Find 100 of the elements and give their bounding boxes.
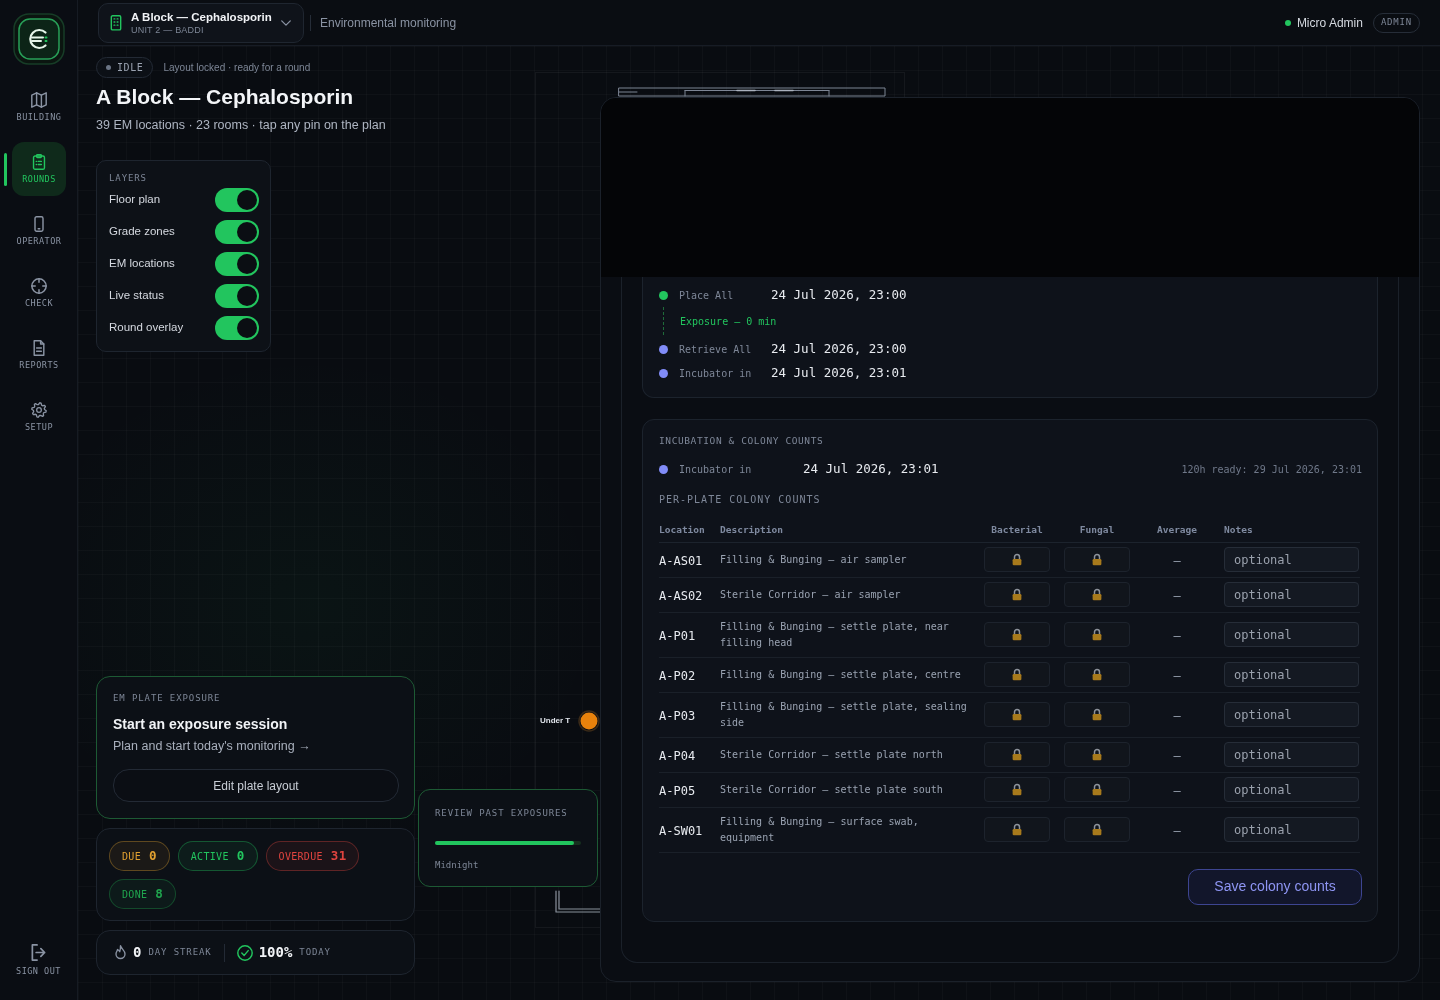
- sidebar-item[interactable]: REPORTS: [12, 328, 66, 382]
- location-description: Sterile Corridor — settle plate north: [720, 747, 944, 762]
- progress-caption: Midnight: [435, 859, 480, 872]
- status-badge: IDLE: [96, 57, 154, 78]
- notes-field[interactable]: optional: [1224, 622, 1359, 648]
- save-button[interactable]: Save colony counts: [1188, 868, 1362, 905]
- location-description: Sterile Corridor — air sampler: [720, 587, 902, 602]
- lock-icon: [1092, 553, 1102, 566]
- lock-icon: [1092, 783, 1102, 796]
- event-label: Retrieve All: [679, 342, 753, 357]
- sidebar-item[interactable]: CHECK: [12, 266, 66, 320]
- column-header: Description: [720, 523, 783, 535]
- chevron-down-icon: [281, 19, 291, 26]
- event-time: 24 Jul 2026, 23:00: [771, 339, 907, 358]
- lock-icon: [1092, 823, 1102, 836]
- building-icon: [109, 14, 123, 31]
- event-label: Incubator in: [679, 462, 753, 477]
- notes-field[interactable]: optional: [1224, 582, 1359, 608]
- notes-field[interactable]: optional: [1224, 817, 1359, 843]
- location-code: A-P04: [659, 748, 696, 763]
- event-time: 24 Jul 2026, 23:01: [771, 363, 907, 382]
- event-label: Place All: [679, 288, 735, 303]
- layer-label: Round overlay: [109, 320, 184, 336]
- streak-value: 0: [133, 943, 142, 962]
- start-session-link[interactable]: Plan and start today's monitoring →: [113, 737, 311, 755]
- card-title: Start an exposure session: [113, 715, 289, 733]
- average-value: —: [1173, 668, 1181, 683]
- settings-icon: [31, 402, 47, 419]
- notes-field[interactable]: optional: [1224, 662, 1359, 688]
- lock-icon: [1012, 628, 1022, 641]
- page-title: A Block — Cephalosporin: [96, 84, 355, 110]
- lock-icon: [1012, 588, 1022, 601]
- count-chip: DUE 0: [109, 841, 170, 871]
- toggle-switch[interactable]: [215, 316, 259, 340]
- dashed-connector: [663, 307, 664, 335]
- review-card[interactable]: REVIEW PAST EXPOSURES Midnight: [418, 789, 598, 887]
- toggle-switch[interactable]: [215, 284, 259, 308]
- lock-icon: [1092, 708, 1102, 721]
- edit-layout-button[interactable]: Edit plate layout: [113, 769, 399, 802]
- project-selector[interactable]: A Block — Cephalosporin UNIT 2 — BADDI: [98, 2, 304, 43]
- average-value: —: [1173, 588, 1181, 603]
- pin-label: Under T: [540, 716, 571, 726]
- toggle-switch[interactable]: [215, 252, 259, 276]
- location-code: A-P01: [659, 628, 696, 643]
- sidebar-item[interactable]: ROUNDS: [12, 142, 66, 196]
- count-chip: DONE 8: [109, 879, 177, 909]
- location-description: Filling & Bunging — air sampler: [720, 552, 908, 567]
- page-subtitle: 39 EM locations · 23 rooms · tap any pin on the plan: [96, 117, 387, 134]
- flame-icon: [114, 945, 127, 960]
- notes-field[interactable]: optional: [1224, 742, 1359, 768]
- sidebar-item[interactable]: SETUP: [12, 390, 66, 444]
- phone-icon: [31, 216, 47, 233]
- lock-icon: [1012, 748, 1022, 761]
- location-code: A-SW01: [659, 823, 703, 838]
- layer-label: EM locations: [109, 256, 175, 272]
- sign-out-link[interactable]: SIGN OUT: [16, 943, 61, 975]
- location-description: Filling & Bunging — surface swab, equipment: [720, 814, 920, 845]
- active-indicator: [4, 152, 7, 186]
- layer-label: Live status: [109, 288, 164, 304]
- layer-label: Floor plan: [109, 192, 161, 208]
- column-header: Notes: [1224, 523, 1253, 535]
- exposure-duration: Exposure — 0 min: [680, 314, 777, 329]
- sidebar-item[interactable]: BUILDING: [12, 80, 66, 134]
- lock-icon: [1092, 628, 1102, 641]
- notes-field[interactable]: optional: [1224, 777, 1359, 803]
- sidebar-item[interactable]: OPERATOR: [12, 204, 66, 258]
- section-heading: INCUBATION & COLONY COUNTS: [659, 434, 825, 448]
- rate-label: TODAY: [299, 945, 331, 959]
- lock-icon: [1012, 668, 1022, 681]
- streak-label: DAY STREAK: [148, 945, 212, 959]
- completion-rate: 100%: [258, 943, 293, 962]
- notes-field[interactable]: optional: [1224, 547, 1359, 573]
- document-icon: [31, 340, 47, 357]
- section-heading: PER-PLATE COLONY COUNTS: [659, 493, 822, 507]
- count-chip: OVERDUE 31: [265, 841, 360, 871]
- status-note: Layout locked · ready for a round: [163, 61, 311, 75]
- toggle-switch[interactable]: [215, 188, 259, 212]
- column-header: Bacterial: [991, 523, 1043, 535]
- lock-icon: [1012, 783, 1022, 796]
- location-description: Filling & Bunging — settle plate, near filling head: [720, 619, 950, 650]
- location-code: A-P02: [659, 668, 696, 683]
- logo-icon: [12, 13, 65, 65]
- average-value: —: [1173, 708, 1181, 723]
- column-header: Average: [1156, 523, 1197, 535]
- average-value: —: [1173, 628, 1181, 643]
- location-description: Filling & Bunging — settle plate, sealing side: [720, 699, 968, 730]
- notes-field[interactable]: optional: [1224, 702, 1359, 728]
- column-header: Location: [659, 523, 705, 535]
- location-description: Sterile Corridor — settle plate south: [720, 782, 944, 797]
- card-heading: REVIEW PAST EXPOSURES: [435, 807, 569, 819]
- map-pin[interactable]: [578, 710, 600, 732]
- location-code: A-AS02: [659, 588, 703, 603]
- section-title: Environmental monitoring: [320, 14, 457, 32]
- location-code: A-P03: [659, 708, 696, 723]
- average-value: —: [1173, 748, 1181, 763]
- lock-icon: [1092, 748, 1102, 761]
- location-code: A-AS01: [659, 553, 703, 568]
- location-code: A-P05: [659, 783, 696, 798]
- toggle-switch[interactable]: [215, 220, 259, 244]
- clipboard-icon: [31, 154, 47, 171]
